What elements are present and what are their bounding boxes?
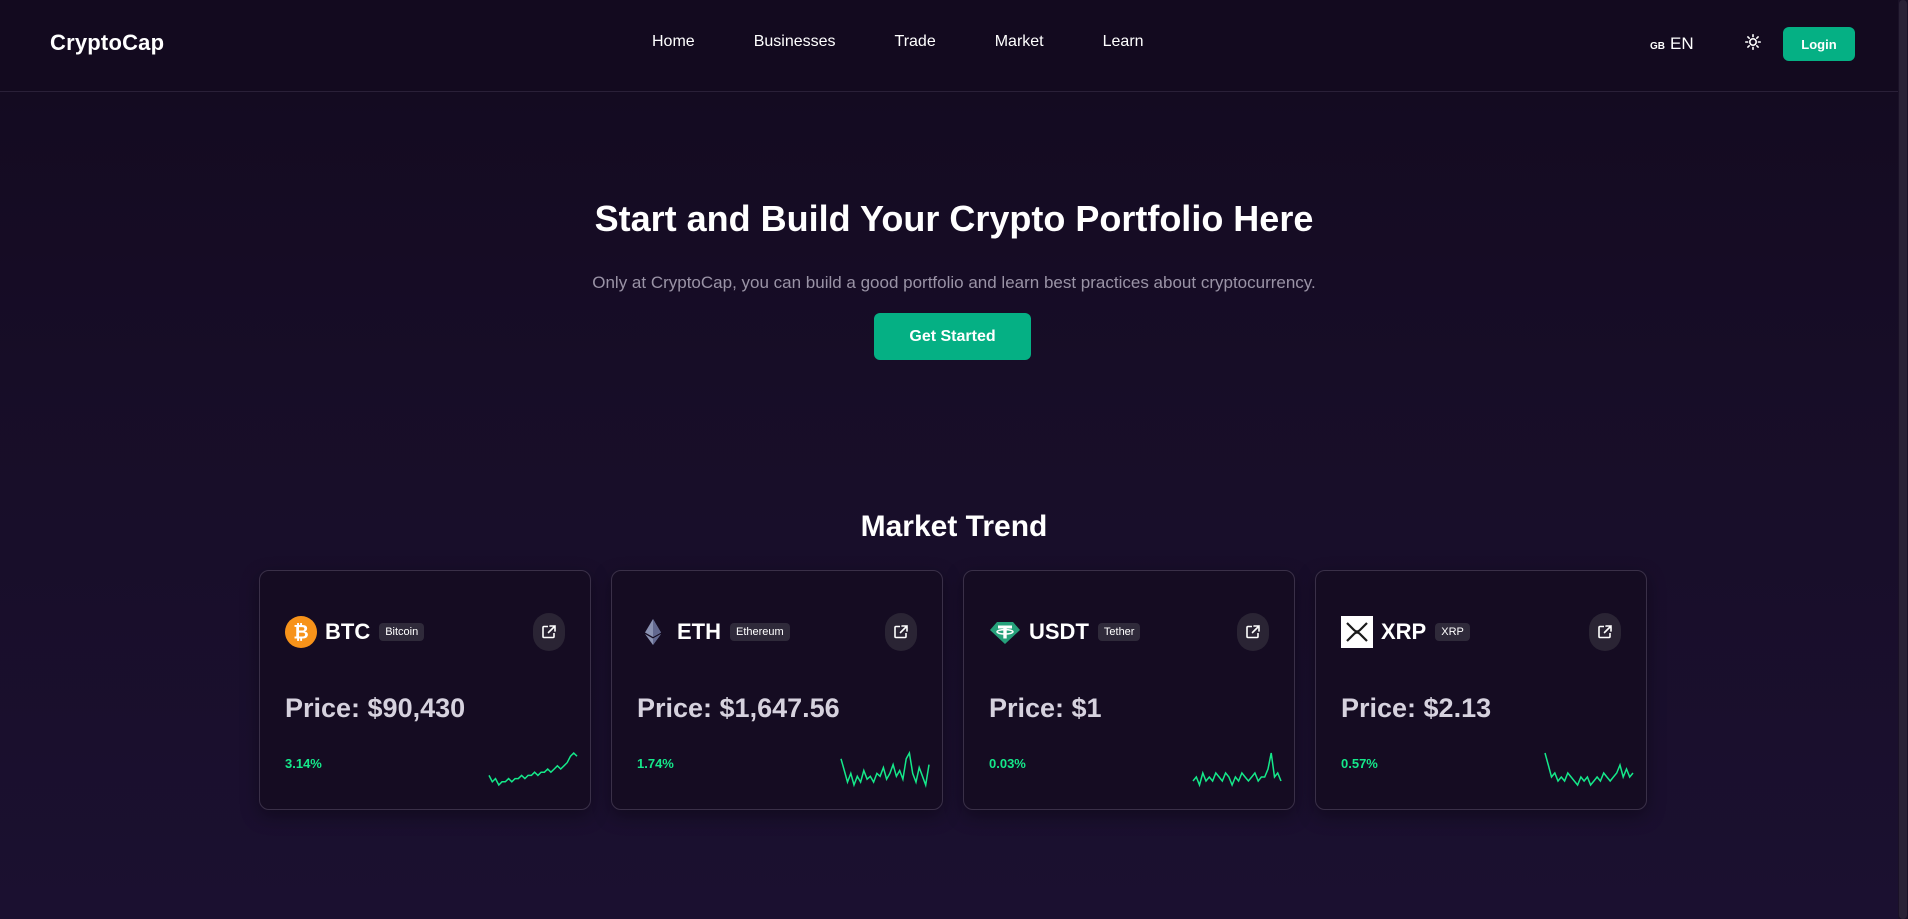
- tether-icon: [989, 616, 1021, 648]
- language-selector[interactable]: GB EN: [1650, 34, 1694, 54]
- coin-price: Price: $1: [989, 693, 1102, 723]
- external-link-icon: [1598, 625, 1612, 639]
- market-trend-title: Market Trend: [860, 510, 1048, 543]
- theme-toggle-button[interactable]: [1742, 31, 1764, 53]
- language-label: EN: [1670, 34, 1694, 53]
- open-link-button[interactable]: [1237, 613, 1269, 651]
- coin-symbol: BTC: [325, 619, 371, 644]
- sparkline-series: [1192, 752, 1282, 788]
- nav-businesses[interactable]: Businesses: [754, 33, 836, 51]
- hero-subtitle: Only at CryptoCap, you can build a good …: [592, 273, 1316, 292]
- coin-change: 1.74%: [637, 756, 674, 771]
- coin-symbol: USDT: [1029, 619, 1089, 644]
- coin-card-xrp: XRP XRP Price: $2.13 0.57%: [1315, 570, 1647, 810]
- sparkline-chart: [840, 750, 930, 788]
- coin-name-badge: Bitcoin: [379, 623, 425, 641]
- nav-learn[interactable]: Learn: [1103, 33, 1144, 51]
- main-nav: Home Businesses Trade Market Learn: [652, 33, 1203, 51]
- xrp-icon: [1341, 616, 1373, 648]
- coin-change: 0.03%: [989, 756, 1026, 771]
- sparkline-series: [488, 751, 578, 787]
- coin-name-badge: XRP: [1435, 623, 1470, 641]
- brand-logo[interactable]: CryptoCap: [50, 30, 164, 56]
- bitcoin-icon: ₿: [285, 616, 317, 648]
- coin-change: 3.14%: [285, 756, 322, 771]
- scrollbar-track[interactable]: [1898, 0, 1908, 919]
- nav-trade[interactable]: Trade: [895, 33, 936, 51]
- login-button[interactable]: Login: [1783, 27, 1855, 61]
- coin-name-badge: Ethereum: [730, 623, 790, 641]
- nav-market[interactable]: Market: [995, 33, 1044, 51]
- coin-name-badge: Tether: [1097, 623, 1141, 641]
- coin-header: ₿ BTC Bitcoin: [285, 616, 425, 648]
- flag-icon: GB: [1650, 41, 1665, 52]
- external-link-icon: [1246, 625, 1260, 639]
- svg-text:₿: ₿: [293, 623, 308, 644]
- sparkline-chart: [1544, 752, 1634, 787]
- ethereum-icon: [637, 616, 669, 648]
- coin-symbol: XRP: [1381, 619, 1427, 644]
- open-link-button[interactable]: [1589, 613, 1621, 651]
- coin-card-btc: ₿ BTC Bitcoin Price: $90,430 3.14%: [259, 570, 591, 810]
- top-navbar: CryptoCap Home Businesses Trade Market L…: [0, 0, 1898, 92]
- page: CryptoCap Home Businesses Trade Market L…: [0, 0, 1908, 919]
- coin-card-eth: ETH Ethereum Price: $1,647.56 1.74%: [611, 570, 943, 810]
- get-started-button[interactable]: Get Started: [874, 313, 1031, 360]
- hero-title: Start and Build Your Crypto Portfolio He…: [594, 198, 1314, 239]
- open-link-button[interactable]: [885, 613, 917, 651]
- coin-card-usdt: USDT Tether Price: $1 0.03%: [963, 570, 1295, 810]
- external-link-icon: [542, 625, 556, 639]
- external-link-icon: [894, 625, 908, 639]
- sparkline-series: [840, 750, 930, 788]
- sparkline-series: [1544, 752, 1634, 787]
- coin-price: Price: $90,430: [285, 693, 466, 723]
- scrollbar-thumb[interactable]: [1899, 0, 1907, 919]
- coin-price: Price: $1,647.56: [637, 693, 840, 723]
- sparkline-chart: [1192, 752, 1282, 788]
- coin-symbol: ETH: [677, 619, 721, 644]
- coin-header: USDT Tether: [989, 616, 1141, 648]
- coin-header: ETH Ethereum: [637, 616, 790, 648]
- sun-icon: [1745, 34, 1761, 50]
- sparkline-chart: [488, 751, 578, 787]
- coin-change: 0.57%: [1341, 756, 1378, 771]
- coin-header: XRP XRP: [1341, 616, 1470, 648]
- nav-home[interactable]: Home: [652, 33, 695, 51]
- open-link-button[interactable]: [533, 613, 565, 651]
- coin-price: Price: $2.13: [1341, 693, 1492, 723]
